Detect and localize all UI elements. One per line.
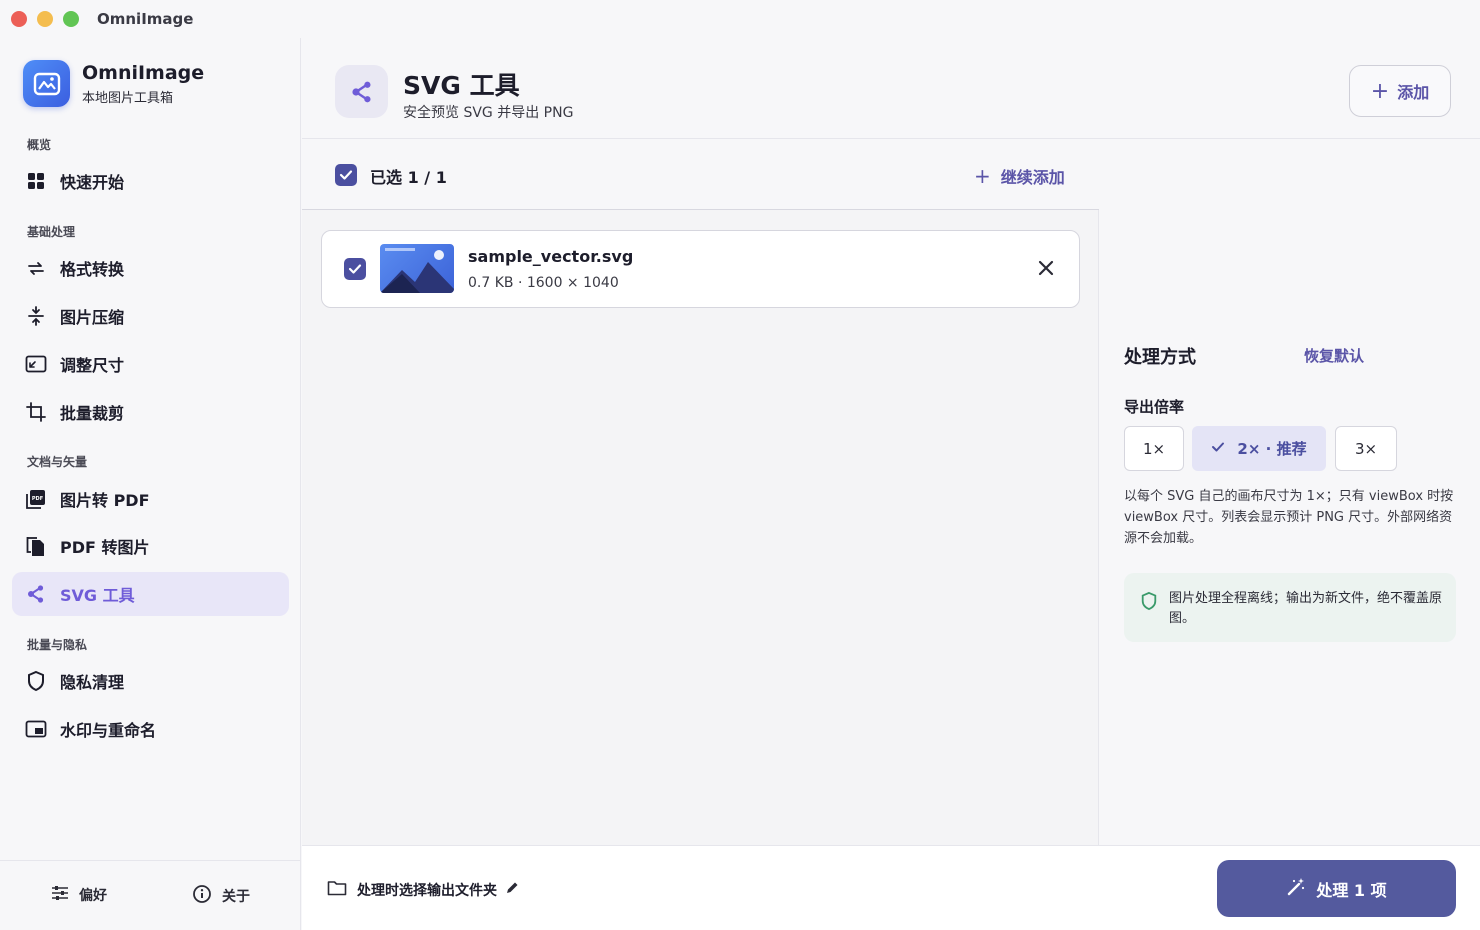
plus-icon: +	[974, 164, 991, 188]
about-label: 关于	[222, 889, 250, 905]
scale-option-3x[interactable]: 3×	[1335, 426, 1397, 471]
sidebar-item-label: SVG 工具	[60, 586, 135, 605]
process-button-label: 处理 1 项	[1316, 880, 1387, 900]
minimize-window-button[interactable]	[37, 11, 53, 27]
section-label-overview: 概览	[27, 138, 52, 152]
close-icon[interactable]	[1036, 258, 1056, 278]
brand: OmniImage 本地图片工具箱	[23, 60, 204, 107]
file-name: sample_vector.svg	[468, 247, 634, 266]
scale-option-label: 2× · 推荐	[1237, 440, 1307, 458]
continue-add-label: 继续添加	[1000, 168, 1065, 187]
scale-option-label: 3×	[1354, 439, 1378, 458]
settings-title: 处理方式	[1124, 347, 1196, 368]
plus-icon: +	[1370, 78, 1390, 104]
grid-icon	[25, 170, 47, 192]
sliders-icon	[51, 884, 69, 906]
compress-icon	[25, 305, 47, 327]
sidebar-item-quick-start[interactable]: 快速开始	[12, 159, 289, 203]
sidebar: OmniImage 本地图片工具箱 概览 快速开始 基础处理 格式转换 图片压缩…	[0, 38, 301, 930]
preferences-label: 偏好	[79, 888, 107, 904]
settings-pane: 处理方式 恢复默认 导出倍率 1× 2× · 推荐 3× 以每个 SVG 自己的…	[1100, 140, 1480, 845]
sidebar-item-watermark[interactable]: 水印与重命名	[12, 707, 289, 751]
file-list-pane: 已选 1 / 1 + 继续添加 sample_vector.svg 0.7 KB…	[302, 140, 1099, 845]
sidebar-item-compress[interactable]: 图片压缩	[12, 294, 289, 338]
pages-icon	[25, 535, 47, 557]
info-icon	[192, 884, 212, 908]
check-icon	[1211, 440, 1225, 458]
file-meta: 0.7 KB · 1600 × 1040	[468, 275, 619, 291]
sidebar-item-label: 隐私清理	[60, 673, 125, 692]
page-title: SVG 工具	[403, 71, 520, 100]
preferences-button[interactable]: 偏好	[51, 884, 107, 906]
watermark-icon	[25, 718, 47, 740]
scale-label: 导出倍率	[1124, 398, 1185, 416]
sidebar-item-label: 水印与重命名	[60, 721, 157, 740]
sidebar-item-svg-tools[interactable]: SVG 工具	[12, 572, 289, 616]
select-all-checkbox[interactable]	[335, 164, 357, 186]
add-button-label: 添加	[1397, 83, 1430, 102]
sidebar-item-format-convert[interactable]: 格式转换	[12, 246, 289, 290]
scale-option-2x[interactable]: 2× · 推荐	[1192, 426, 1326, 471]
list-header: 已选 1 / 1 + 继续添加	[302, 140, 1099, 210]
offline-notice: 图片处理全程离线；输出为新文件，绝不覆盖原图。	[1124, 573, 1456, 642]
continue-add-button[interactable]: + 继续添加	[974, 164, 1065, 188]
shield-icon	[25, 670, 47, 692]
output-folder-label: 处理时选择输出文件夹	[357, 883, 497, 899]
brand-name: OmniImage	[82, 61, 205, 84]
file-thumbnail	[380, 244, 454, 293]
app-logo-icon	[23, 60, 70, 107]
sidebar-item-label: 图片压缩	[60, 308, 125, 327]
page-subtitle: 安全预览 SVG 并导出 PNG	[403, 105, 574, 121]
sidebar-item-label: 快速开始	[60, 173, 125, 192]
section-label-docs: 文档与矢量	[27, 455, 88, 469]
folder-icon	[327, 879, 347, 901]
share-nodes-icon	[335, 65, 388, 118]
sidebar-item-resize[interactable]: 调整尺寸	[12, 342, 289, 386]
title-bar: OmniImage	[0, 0, 1480, 38]
reset-defaults-button[interactable]: 恢复默认	[1304, 345, 1364, 366]
pencil-icon	[505, 881, 519, 899]
sidebar-item-privacy[interactable]: 隐私清理	[12, 659, 289, 703]
sidebar-item-pdf-to-image[interactable]: PDF 转图片	[12, 524, 289, 568]
output-folder-button[interactable]: 处理时选择输出文件夹	[327, 879, 519, 901]
list-item[interactable]: sample_vector.svg 0.7 KB · 1600 × 1040	[321, 230, 1080, 308]
file-checkbox[interactable]	[344, 258, 366, 280]
section-label-basic: 基础处理	[27, 225, 76, 239]
brand-subtitle: 本地图片工具箱	[82, 90, 174, 106]
add-button[interactable]: + 添加	[1349, 65, 1451, 117]
sidebar-item-label: 格式转换	[60, 260, 125, 279]
magic-wand-icon	[1286, 877, 1306, 901]
page-header: SVG 工具 安全预览 SVG 并导出 PNG + 添加	[302, 38, 1480, 139]
zoom-window-button[interactable]	[63, 11, 79, 27]
scale-description: 以每个 SVG 自己的画布尺寸为 1×；只有 viewBox 时按 viewBo…	[1124, 489, 1454, 546]
sidebar-footer: 偏好 关于	[0, 860, 300, 930]
scale-option-label: 1×	[1142, 439, 1166, 458]
window-title: OmniImage	[97, 10, 194, 28]
sidebar-item-label: PDF 转图片	[60, 538, 150, 557]
shield-icon	[1140, 591, 1158, 615]
swap-arrows-icon	[25, 257, 47, 279]
window-controls	[11, 11, 79, 27]
close-window-button[interactable]	[11, 11, 27, 27]
sidebar-item-label: 批量裁剪	[60, 404, 125, 423]
scale-option-1x[interactable]: 1×	[1124, 426, 1184, 471]
bottom-bar: 处理时选择输出文件夹 处理 1 项	[302, 845, 1480, 930]
about-button[interactable]: 关于	[192, 884, 250, 908]
resize-icon	[25, 353, 47, 375]
share-nodes-icon	[25, 583, 47, 605]
sidebar-item-label: 图片转 PDF	[60, 491, 150, 510]
pdf-icon: PDF	[25, 488, 47, 510]
selection-count: 已选 1 / 1	[370, 168, 447, 187]
sidebar-item-crop[interactable]: 批量裁剪	[12, 390, 289, 434]
process-button[interactable]: 处理 1 项	[1217, 860, 1456, 917]
sidebar-item-label: 调整尺寸	[60, 356, 125, 375]
crop-icon	[25, 401, 47, 423]
notice-text: 图片处理全程离线；输出为新文件，绝不覆盖原图。	[1169, 591, 1443, 626]
section-label-batch-privacy: 批量与隐私	[27, 638, 88, 652]
sidebar-item-image-to-pdf[interactable]: PDF 图片转 PDF	[12, 477, 289, 521]
svg-text:PDF: PDF	[32, 496, 43, 502]
